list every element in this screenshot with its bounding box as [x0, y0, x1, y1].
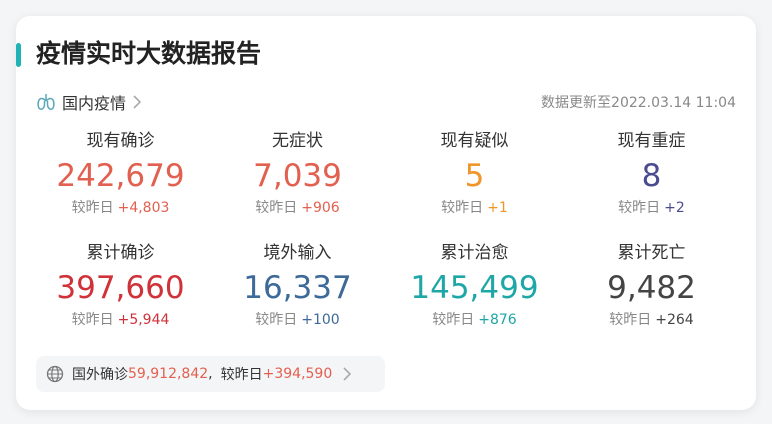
stat-delta-value: +100: [301, 312, 340, 328]
stat-delta-row: 较昨日 +906: [209, 198, 386, 218]
stat-delta-label: 较昨日: [255, 200, 298, 216]
stat-delta-row: 较昨日 +2: [563, 198, 740, 218]
stat-value: 5: [464, 158, 485, 194]
lungs-icon: [37, 94, 55, 110]
chevron-right-icon: [133, 95, 142, 109]
stat-name: 累计确诊: [86, 243, 155, 263]
foreign-label: 国外确诊: [72, 367, 128, 383]
stat-name: 累计死亡: [617, 243, 686, 263]
title-accent-bar: [16, 43, 21, 67]
stat-delta-value: +4,803: [117, 200, 170, 216]
foreign-delta: +394,590: [262, 366, 333, 382]
update-timestamp: 数据更新至2022.03.14 11:04: [541, 95, 736, 111]
stat-delta-row: 较昨日 +100: [209, 310, 386, 330]
globe-icon: [46, 365, 64, 383]
stat-name: 累计治愈: [440, 243, 509, 263]
stat-delta-label: 较昨日: [618, 200, 661, 216]
stat-delta-value: +876: [478, 312, 517, 328]
stat-value: 242,679: [56, 158, 185, 194]
stat-cell: 累计确诊 397,660 较昨日 +5,944: [32, 242, 209, 334]
stat-name: 现有疑似: [440, 131, 509, 151]
domestic-section-label: 国内疫情: [62, 94, 127, 113]
stat-delta-label: 较昨日: [255, 312, 298, 328]
domestic-section-link[interactable]: 国内疫情: [36, 90, 142, 114]
stat-delta-row: 较昨日 +1: [386, 198, 563, 218]
chevron-right-icon: [343, 367, 352, 381]
foreign-separator: ,: [208, 366, 213, 382]
foreign-value: 59,912,842: [128, 366, 209, 382]
stat-delta-value: +1: [487, 200, 508, 216]
page-title: 疫情实时大数据报告: [36, 39, 262, 68]
stat-name: 现有确诊: [86, 131, 155, 151]
stat-cell: 现有疑似 5 较昨日 +1: [386, 130, 563, 222]
stat-value: 145,499: [410, 270, 539, 306]
stat-delta-value: +906: [301, 200, 340, 216]
stat-name: 境外输入: [263, 243, 332, 263]
stat-delta-value: +264: [655, 312, 694, 328]
foreign-summary-link[interactable]: 国外确诊 59,912,842 , 较昨日 +394,590: [36, 356, 385, 392]
stat-delta-label: 较昨日: [432, 312, 475, 328]
stat-value: 397,660: [56, 270, 185, 306]
stats-grid: 现有确诊 242,679 较昨日 +4,803 无症状 7,039 较昨日 +906 现有疑似 5…: [32, 130, 740, 334]
stat-delta-row: 较昨日 +4,803: [32, 198, 209, 218]
stat-cell: 境外输入 16,337 较昨日 +100: [209, 242, 386, 334]
stat-cell: 现有确诊 242,679 较昨日 +4,803: [32, 130, 209, 222]
stat-delta-label: 较昨日: [71, 200, 114, 216]
stat-cell: 累计死亡 9,482 较昨日 +264: [563, 242, 740, 334]
stat-delta-label: 较昨日: [441, 200, 484, 216]
stat-name: 无症状: [272, 131, 323, 151]
stat-value: 9,482: [607, 270, 696, 306]
stat-delta-row: 较昨日 +876: [386, 310, 563, 330]
stat-delta-label: 较昨日: [609, 312, 652, 328]
foreign-delta-label: 较昨日: [220, 367, 263, 383]
stat-value: 8: [641, 158, 662, 194]
stat-value: 16,337: [243, 270, 352, 306]
stat-delta-value: +2: [664, 200, 685, 216]
stat-cell: 无症状 7,039 较昨日 +906: [209, 130, 386, 222]
stat-value: 7,039: [253, 158, 342, 194]
stat-delta-value: +5,944: [117, 312, 170, 328]
stat-cell: 现有重症 8 较昨日 +2: [563, 130, 740, 222]
stat-delta-row: 较昨日 +5,944: [32, 310, 209, 330]
stat-delta-row: 较昨日 +264: [563, 310, 740, 330]
stat-delta-label: 较昨日: [71, 312, 114, 328]
report-card: 疫情实时大数据报告 国内疫情 数据更新至2022.03.14 11:04 现有确…: [16, 16, 756, 410]
stat-cell: 累计治愈 145,499 较昨日 +876: [386, 242, 563, 334]
stat-name: 现有重症: [617, 131, 686, 151]
